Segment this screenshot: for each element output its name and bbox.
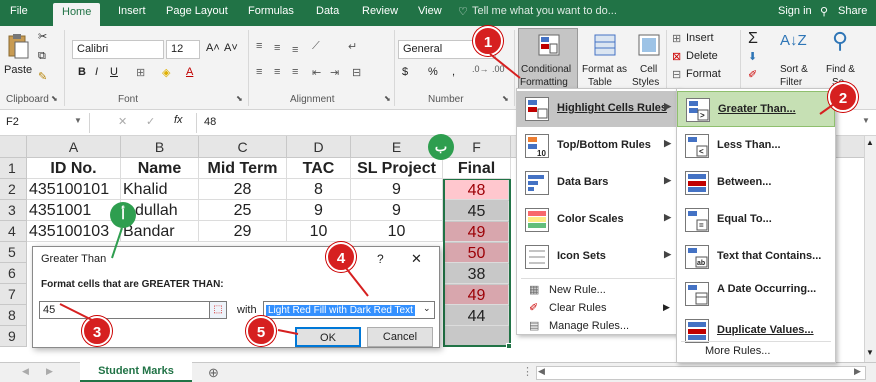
annotation-arrows	[59, 53, 835, 335]
arrow-1	[489, 53, 521, 79]
arrow-3	[59, 303, 97, 323]
arrow-2	[819, 103, 835, 115]
arrow-alif	[111, 227, 123, 259]
arrow-4	[345, 267, 369, 297]
arrow-5	[277, 329, 299, 335]
